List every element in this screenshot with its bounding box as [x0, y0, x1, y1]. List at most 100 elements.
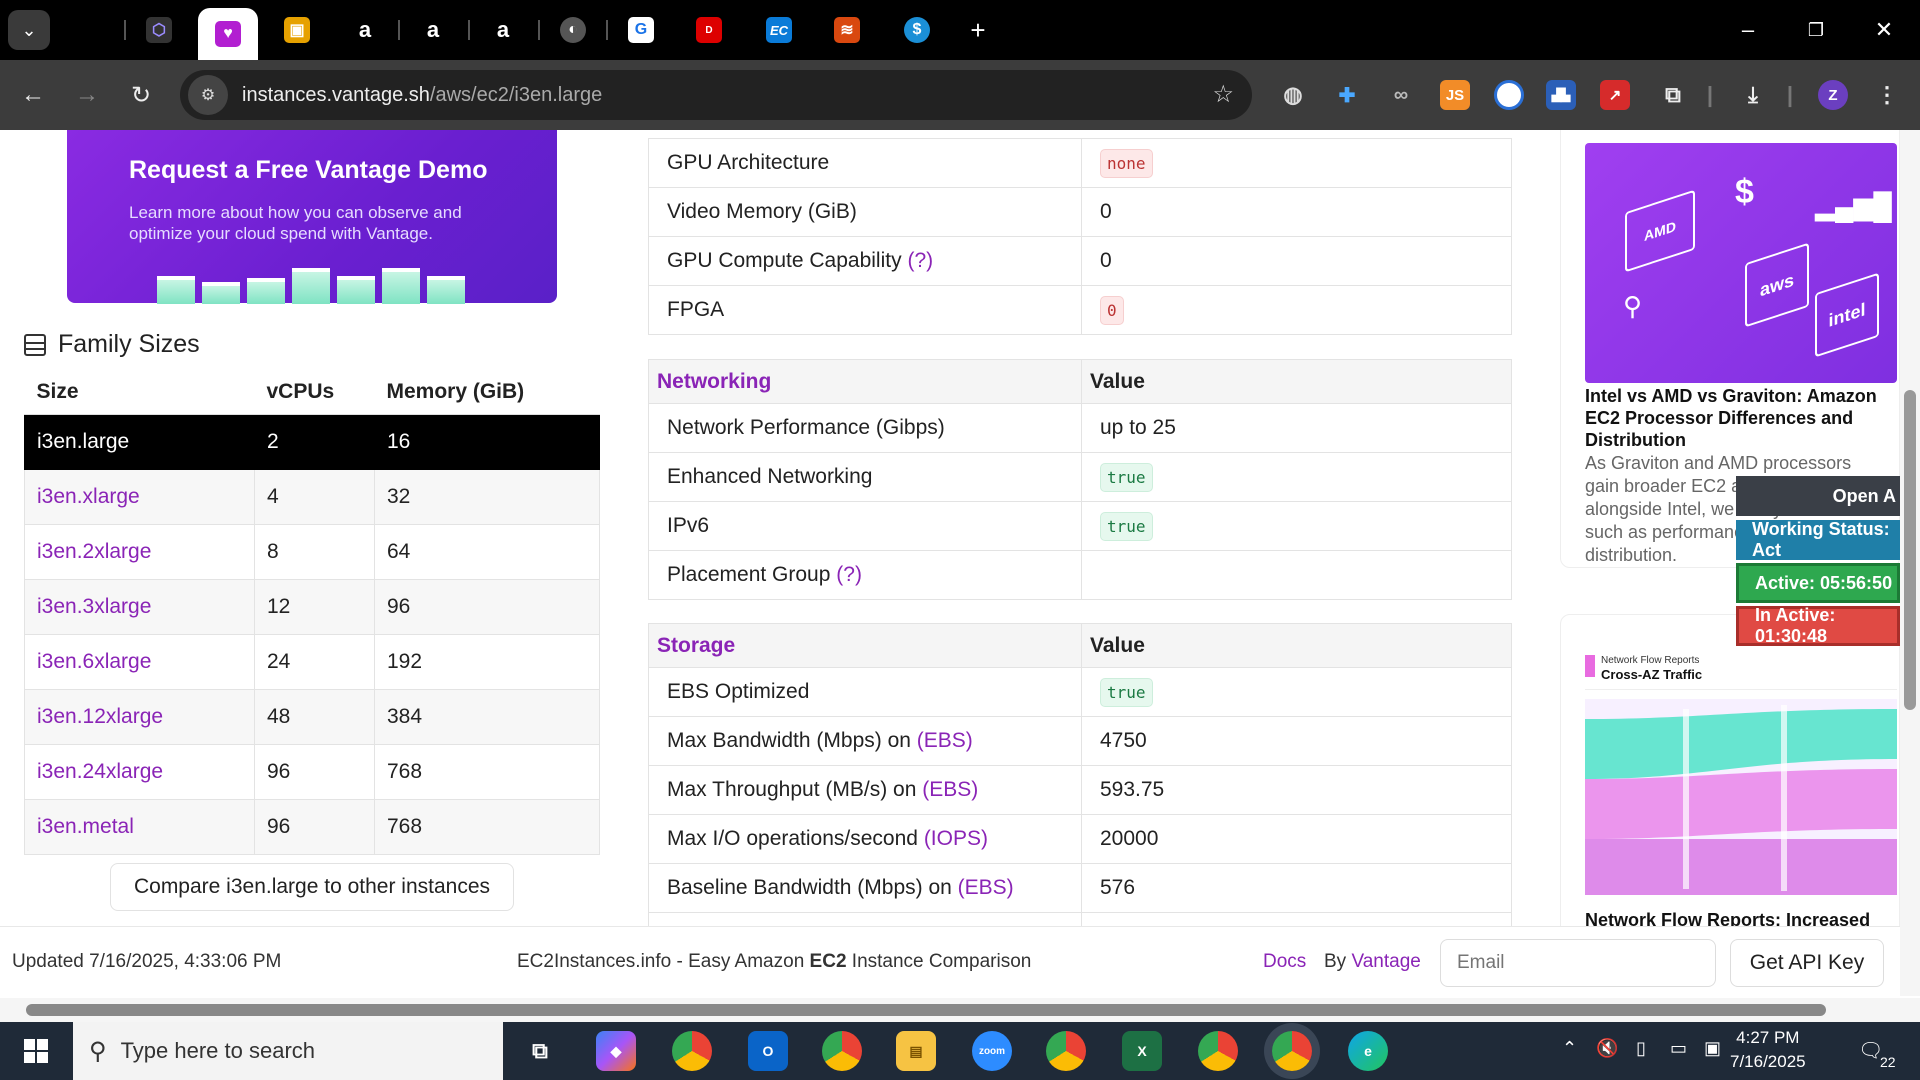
get-api-key-button[interactable]: Get API Key: [1730, 939, 1884, 987]
site-info-icon[interactable]: ⚙: [188, 75, 228, 115]
restore-icon[interactable]: ❐: [1796, 12, 1836, 48]
value-column-header: Value: [1081, 623, 1512, 668]
ebs-link[interactable]: (EBS): [958, 876, 1014, 899]
tab-vantage-active[interactable]: ♥: [198, 8, 258, 60]
table-row[interactable]: i3en.6xlarge 24 192: [24, 633, 600, 690]
spec-label: Video Memory (GiB): [648, 187, 1082, 237]
spec-label: GPU Architecture: [648, 138, 1082, 188]
start-button[interactable]: [0, 1022, 72, 1080]
by-vantage: By Vantage: [1324, 951, 1421, 973]
outlook-icon[interactable]: O: [748, 1031, 788, 1071]
minimize-icon[interactable]: –: [1728, 12, 1768, 48]
article-card-network-flow[interactable]: Network Flow Reports Cross-AZ Traffic Ne…: [1560, 614, 1900, 926]
table-row[interactable]: i3en.metal 96 768: [24, 798, 600, 855]
translate-globe-icon[interactable]: ◍: [1278, 80, 1308, 110]
size-link[interactable]: i3en.2xlarge: [37, 540, 151, 563]
chrome-icon[interactable]: [822, 1031, 862, 1071]
vertical-scrollbar-thumb[interactable]: [1904, 390, 1916, 710]
size-link[interactable]: i3en.metal: [37, 815, 134, 838]
vantage-link[interactable]: Vantage: [1351, 951, 1420, 972]
browser-toolbar: ← → ↻ ⚙ instances.vantage.sh/aws/ec2/i3e…: [0, 60, 1920, 130]
tab-dell[interactable]: D: [686, 10, 732, 50]
compare-instances-button[interactable]: Compare i3en.large to other instances: [110, 863, 514, 911]
open-widget-button[interactable]: Open A: [1736, 476, 1900, 516]
iops-link[interactable]: (IOPS): [924, 827, 988, 850]
memory-cell: 768: [374, 798, 600, 855]
globe-icon: ◐: [560, 17, 586, 43]
horizontal-scrollbar[interactable]: [0, 998, 1920, 1022]
help-link[interactable]: (?): [907, 249, 933, 272]
tab-ec2[interactable]: EC: [756, 10, 802, 50]
tab-globe[interactable]: ◐: [550, 10, 596, 50]
ebs-link[interactable]: (EBS): [922, 778, 978, 801]
url-text[interactable]: instances.vantage.sh/aws/ec2/i3en.large: [242, 84, 602, 107]
taskbar-search[interactable]: ⚲ Type here to search: [73, 1022, 503, 1080]
tab-cube[interactable]: ⬡: [136, 10, 182, 50]
extension-link-icon[interactable]: ∞: [1386, 80, 1416, 110]
article-title[interactable]: Intel vs AMD vs Graviton: Amazon EC2 Pro…: [1585, 385, 1885, 451]
volume-muted-icon[interactable]: 🔇: [1596, 1038, 1618, 1059]
tab-search-button[interactable]: ⌄: [8, 10, 50, 50]
tab-box[interactable]: ▣: [274, 10, 320, 50]
tab-amazon-2[interactable]: a: [410, 10, 456, 50]
download-icon[interactable]: ⤓: [1738, 80, 1768, 110]
puzzle-extensions-icon[interactable]: ⧉: [1658, 80, 1688, 110]
table-row[interactable]: i3en.3xlarge 12 96: [24, 578, 600, 635]
arrow-extension-icon[interactable]: ↗: [1600, 80, 1630, 110]
size-link[interactable]: i3en.3xlarge: [37, 595, 151, 618]
back-icon[interactable]: ←: [14, 76, 52, 114]
close-icon[interactable]: ✕: [1864, 12, 1904, 48]
table-row[interactable]: i3en.24xlarge 96 768: [24, 743, 600, 800]
profile-avatar[interactable]: Z: [1818, 80, 1848, 110]
chevron-up-icon[interactable]: ⌃: [1562, 1038, 1577, 1059]
address-bar[interactable]: ⚙ instances.vantage.sh/aws/ec2/i3en.larg…: [180, 70, 1252, 120]
zoom-icon[interactable]: zoom: [972, 1031, 1012, 1071]
table-row-selected[interactable]: i3en.large 2 16: [24, 413, 600, 470]
js-extension-icon[interactable]: JS: [1440, 80, 1470, 110]
size-link[interactable]: i3en.6xlarge: [37, 650, 151, 673]
copilot-icon[interactable]: ◆: [596, 1031, 636, 1071]
chrome-icon[interactable]: [672, 1031, 712, 1071]
network-icon[interactable]: ▣: [1704, 1038, 1721, 1059]
table-row[interactable]: i3en.xlarge 4 32: [24, 468, 600, 525]
edge-icon[interactable]: e: [1348, 1031, 1388, 1071]
chart-extension-icon[interactable]: ▟▙: [1546, 80, 1576, 110]
menu-kebab-icon[interactable]: ⋮: [1872, 80, 1902, 110]
table-row[interactable]: i3en.2xlarge 8 64: [24, 523, 600, 580]
bookmark-star-icon[interactable]: ☆: [1212, 80, 1234, 109]
chrome-icon[interactable]: [1198, 1031, 1238, 1071]
size-link[interactable]: i3en.12xlarge: [37, 705, 163, 728]
clock-date: 7/16/2025: [1730, 1052, 1806, 1071]
device-icon[interactable]: ▯: [1636, 1038, 1646, 1059]
excel-icon[interactable]: X: [1122, 1031, 1162, 1071]
size-link[interactable]: i3en.24xlarge: [37, 760, 163, 783]
task-view-icon[interactable]: ⧉: [520, 1031, 560, 1071]
email-input[interactable]: [1440, 939, 1716, 987]
new-tab-button[interactable]: +: [960, 14, 996, 46]
tab-dollar[interactable]: $: [894, 10, 940, 50]
docs-link[interactable]: Docs: [1263, 951, 1306, 973]
ebs-link[interactable]: (EBS): [917, 729, 973, 752]
tab-gcloud[interactable]: G: [618, 10, 664, 50]
table-row[interactable]: i3en.12xlarge 48 384: [24, 688, 600, 745]
size-link[interactable]: i3en.xlarge: [37, 485, 140, 508]
extension-plus-icon[interactable]: ✚: [1332, 80, 1362, 110]
help-link[interactable]: (?): [836, 563, 862, 586]
demo-banner[interactable]: Request a Free Vantage Demo Learn more a…: [67, 130, 557, 304]
reload-icon[interactable]: ↻: [122, 76, 160, 114]
vertical-scrollbar[interactable]: [1900, 130, 1920, 996]
value-badge: true: [1100, 462, 1153, 492]
chrome-icon[interactable]: [1046, 1031, 1086, 1071]
file-explorer-icon[interactable]: ▤: [896, 1031, 936, 1071]
tab-stack[interactable]: ≋: [824, 10, 870, 50]
system-clock[interactable]: 4:27 PM 7/16/2025: [1730, 1026, 1806, 1074]
chrome-active-icon[interactable]: [1272, 1031, 1312, 1071]
ec2-icon: EC: [766, 17, 792, 43]
tab-amazon-1[interactable]: a: [342, 10, 388, 50]
circle-extension-icon[interactable]: [1494, 80, 1524, 110]
battery-icon[interactable]: ▭: [1670, 1038, 1687, 1059]
horizontal-scrollbar-thumb[interactable]: [26, 1004, 1826, 1016]
tab-amazon-3[interactable]: a: [480, 10, 526, 50]
article-title[interactable]: Network Flow Reports: Increased Visibili…: [1585, 909, 1885, 926]
forward-icon[interactable]: →: [68, 76, 106, 114]
